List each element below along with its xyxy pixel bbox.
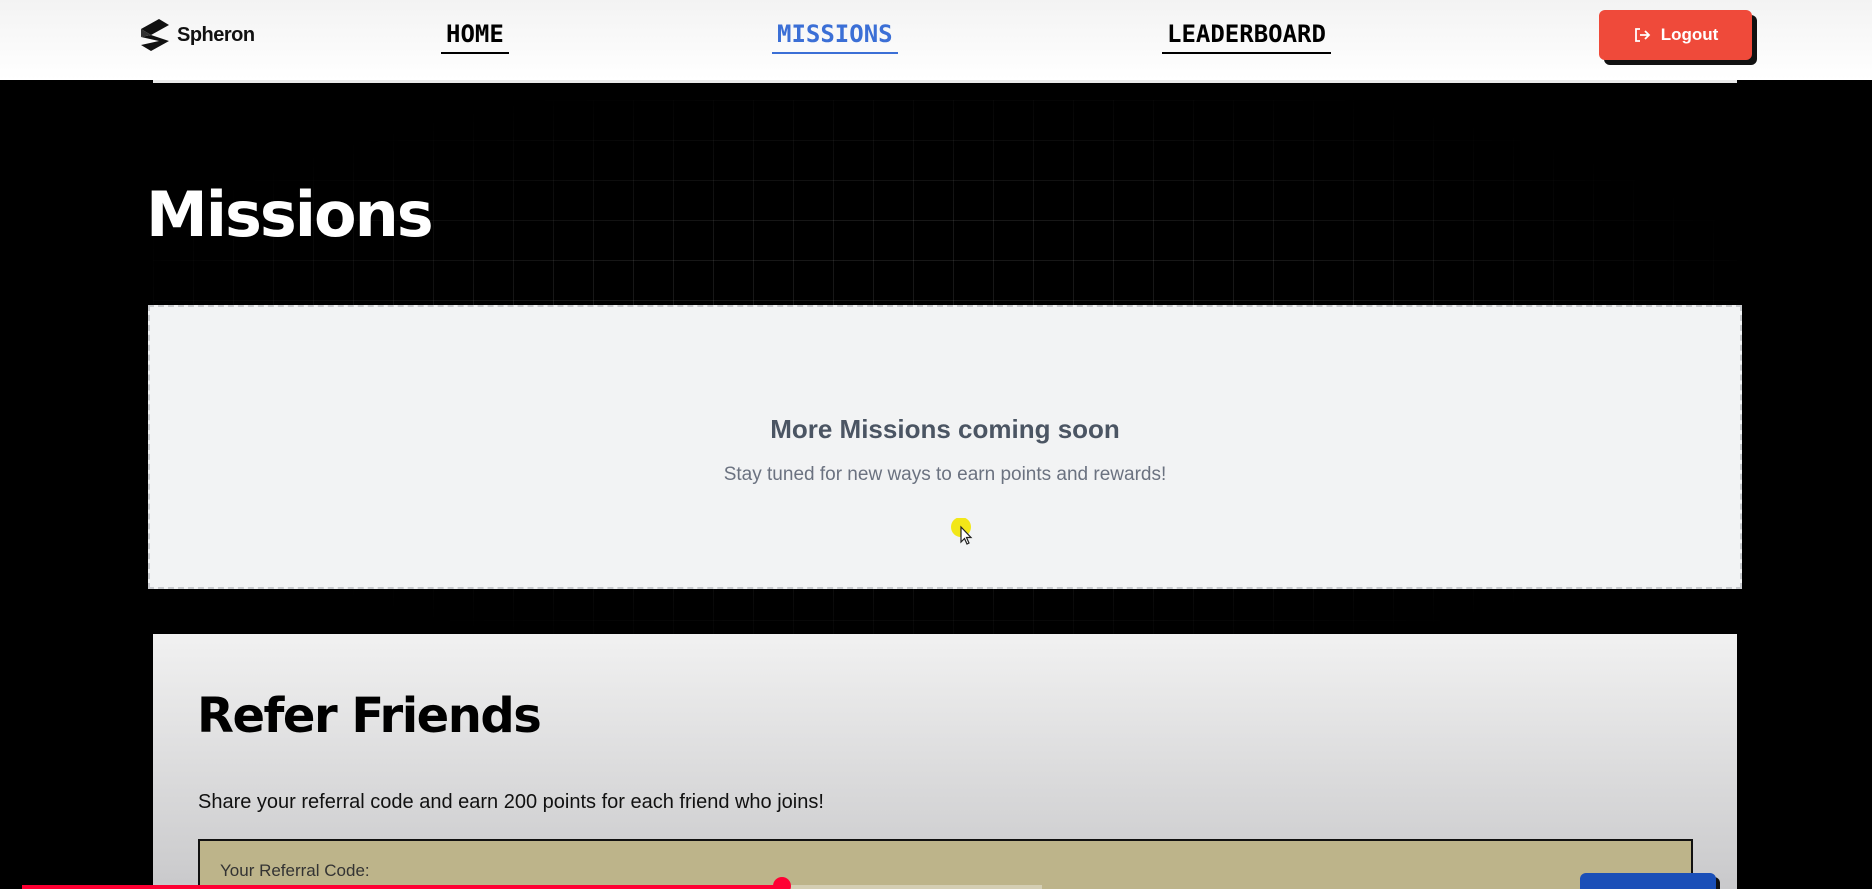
empty-state-subtitle: Stay tuned for new ways to earn points a… xyxy=(723,464,1167,485)
mouse-cursor-icon xyxy=(951,518,973,545)
empty-state-title: More Missions coming soon xyxy=(770,414,1120,444)
nav-missions-link[interactable]: MISSIONS xyxy=(772,18,898,54)
logout-label: Logout xyxy=(1660,25,1719,44)
header-divider xyxy=(153,80,1737,83)
video-progress-handle[interactable] xyxy=(773,877,791,889)
copy-code-button[interactable] xyxy=(1580,873,1716,889)
top-navbar: Spheron HOME MISSIONS LEADERBOARD Logout xyxy=(0,0,1872,80)
page-title: Missions xyxy=(146,178,434,251)
video-progress-fill xyxy=(22,885,782,889)
refer-friends-section: Refer Friends Share your referral code a… xyxy=(153,634,1737,889)
refer-title: Refer Friends xyxy=(197,688,542,744)
nav-home-link[interactable]: HOME xyxy=(441,18,509,54)
referral-code-label: Your Referral Code: xyxy=(220,861,370,880)
refer-description: Share your referral code and earn 200 po… xyxy=(198,791,824,813)
missions-empty-state: More Missions coming soon Stay tuned for… xyxy=(148,305,1742,589)
spheron-logo[interactable]: Spheron xyxy=(137,14,255,56)
logout-button[interactable]: Logout xyxy=(1599,10,1752,60)
referral-code-box: Your Referral Code: xyxy=(198,839,1716,889)
logout-icon xyxy=(1634,28,1650,42)
nav-leaderboard-link[interactable]: LEADERBOARD xyxy=(1162,18,1331,54)
logo-text: Spheron xyxy=(177,23,255,46)
spheron-logo-icon xyxy=(141,19,169,51)
